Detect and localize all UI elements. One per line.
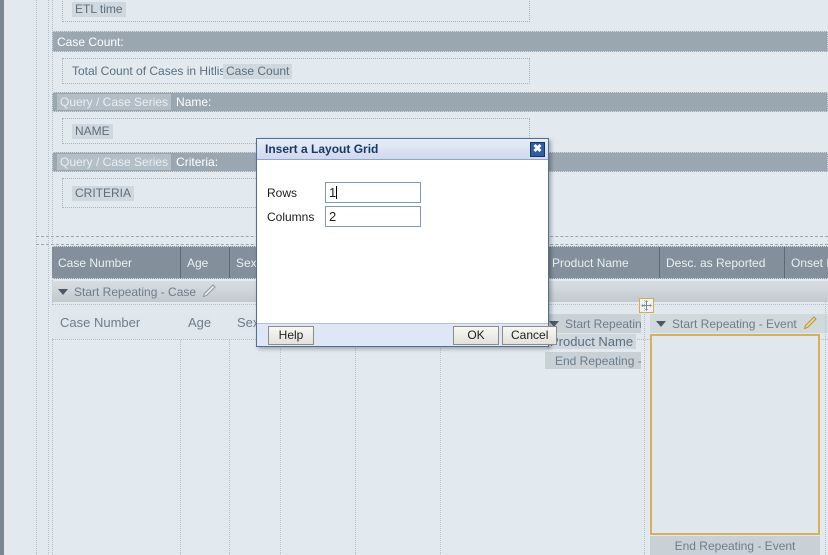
dialog-body: Rows 1 Columns 2	[257, 160, 548, 325]
help-button[interactable]: Help	[268, 326, 314, 345]
cell-case-number[interactable]: Case Number	[52, 305, 180, 339]
move-icon[interactable]	[639, 298, 654, 313]
pencil-icon-event[interactable]	[803, 315, 817, 332]
table-header-case-number[interactable]: Case Number	[52, 247, 180, 278]
close-icon[interactable]: ✖	[530, 141, 545, 157]
columns-label: Columns	[267, 209, 315, 224]
columns-row: Columns 2	[267, 206, 421, 227]
column-divider	[52, 340, 53, 555]
total-count-label: Total Count of Cases in Hitlist:	[72, 64, 233, 78]
case-count-band[interactable]: Case Count:	[52, 31, 828, 52]
collapse-triangle-icon[interactable]	[58, 288, 68, 295]
rows-label: Rows	[267, 185, 298, 200]
guide-line	[36, 0, 37, 555]
start-repeating-event-label: Start Repeating - Event	[672, 316, 797, 331]
panel-divider	[644, 300, 645, 555]
table-header-onset-date[interactable]: Onset Dat	[784, 247, 828, 278]
column-divider	[355, 340, 356, 555]
query-criteria-label: Criteria:	[176, 155, 219, 169]
name-field: NAME	[72, 124, 113, 139]
case-count-band-label: Case Count:	[57, 34, 124, 49]
end-repeating-left-label: End Repeating -	[555, 353, 641, 368]
columns-input-value: 2	[329, 209, 337, 224]
dialog-footer: Help OK Cancel	[257, 323, 558, 346]
report-designer-canvas: ETL time Case Count: Total Count of Case…	[0, 0, 828, 555]
columns-input[interactable]: 2	[325, 206, 421, 227]
insert-layout-grid-dialog[interactable]: Insert a Layout Grid ✖ Rows 1 Columns 2 …	[256, 138, 558, 347]
cell-case-number-value: Case Number	[58, 314, 143, 330]
cell-age-value: Age	[186, 314, 214, 330]
etl-time-field: ETL time	[72, 2, 126, 17]
event-drop-area[interactable]	[650, 334, 820, 535]
table-header-age[interactable]: Age	[180, 247, 229, 278]
etl-time-band	[62, 0, 530, 22]
start-repeating-left-bar[interactable]: Start Repeating	[545, 314, 641, 333]
end-repeating-event-bar[interactable]: End Repeating - Event	[650, 536, 820, 555]
dialog-title-bar[interactable]: Insert a Layout Grid ✖	[257, 139, 548, 160]
start-repeating-case-label: Start Repeating - Case	[74, 284, 197, 299]
criteria-field: CRITERIA	[72, 186, 135, 201]
query-case-series-token-2: Query / Case Series	[57, 154, 172, 170]
cell-age[interactable]: Age	[180, 305, 229, 339]
rows-input-value: 1	[329, 185, 337, 200]
start-repeating-event-bar[interactable]: Start Repeating - Event	[650, 314, 828, 333]
column-divider	[180, 340, 181, 555]
end-repeating-event-label: End Repeating - Event	[674, 538, 796, 553]
table-header-desc[interactable]: Desc. as Reported	[659, 247, 804, 278]
cancel-button[interactable]: Cancel	[502, 326, 558, 345]
rows-row: Rows 1	[267, 182, 421, 203]
rows-input[interactable]: 1	[325, 182, 421, 203]
query-name-band[interactable]: Query / Case Series Name:	[52, 92, 828, 112]
collapse-triangle-icon-event[interactable]	[656, 320, 666, 327]
case-count-field: Case Count	[223, 64, 293, 79]
text-caret	[336, 186, 338, 199]
guide-line	[48, 0, 49, 555]
column-divider	[440, 340, 441, 555]
query-case-series-token: Query / Case Series	[57, 94, 172, 110]
dialog-title: Insert a Layout Grid	[265, 142, 379, 156]
end-repeating-left-bar[interactable]: End Repeating -	[545, 352, 641, 369]
left-gutter	[4, 0, 34, 555]
panel-divider-right	[825, 300, 826, 555]
query-name-label: Name:	[176, 95, 212, 109]
ok-button[interactable]: OK	[453, 326, 499, 345]
column-divider	[229, 340, 230, 555]
start-repeating-left-label: Start Repeating	[565, 316, 641, 331]
pencil-icon[interactable]	[202, 283, 216, 300]
product-name-field: Product Name	[547, 334, 637, 349]
column-divider	[280, 340, 281, 555]
